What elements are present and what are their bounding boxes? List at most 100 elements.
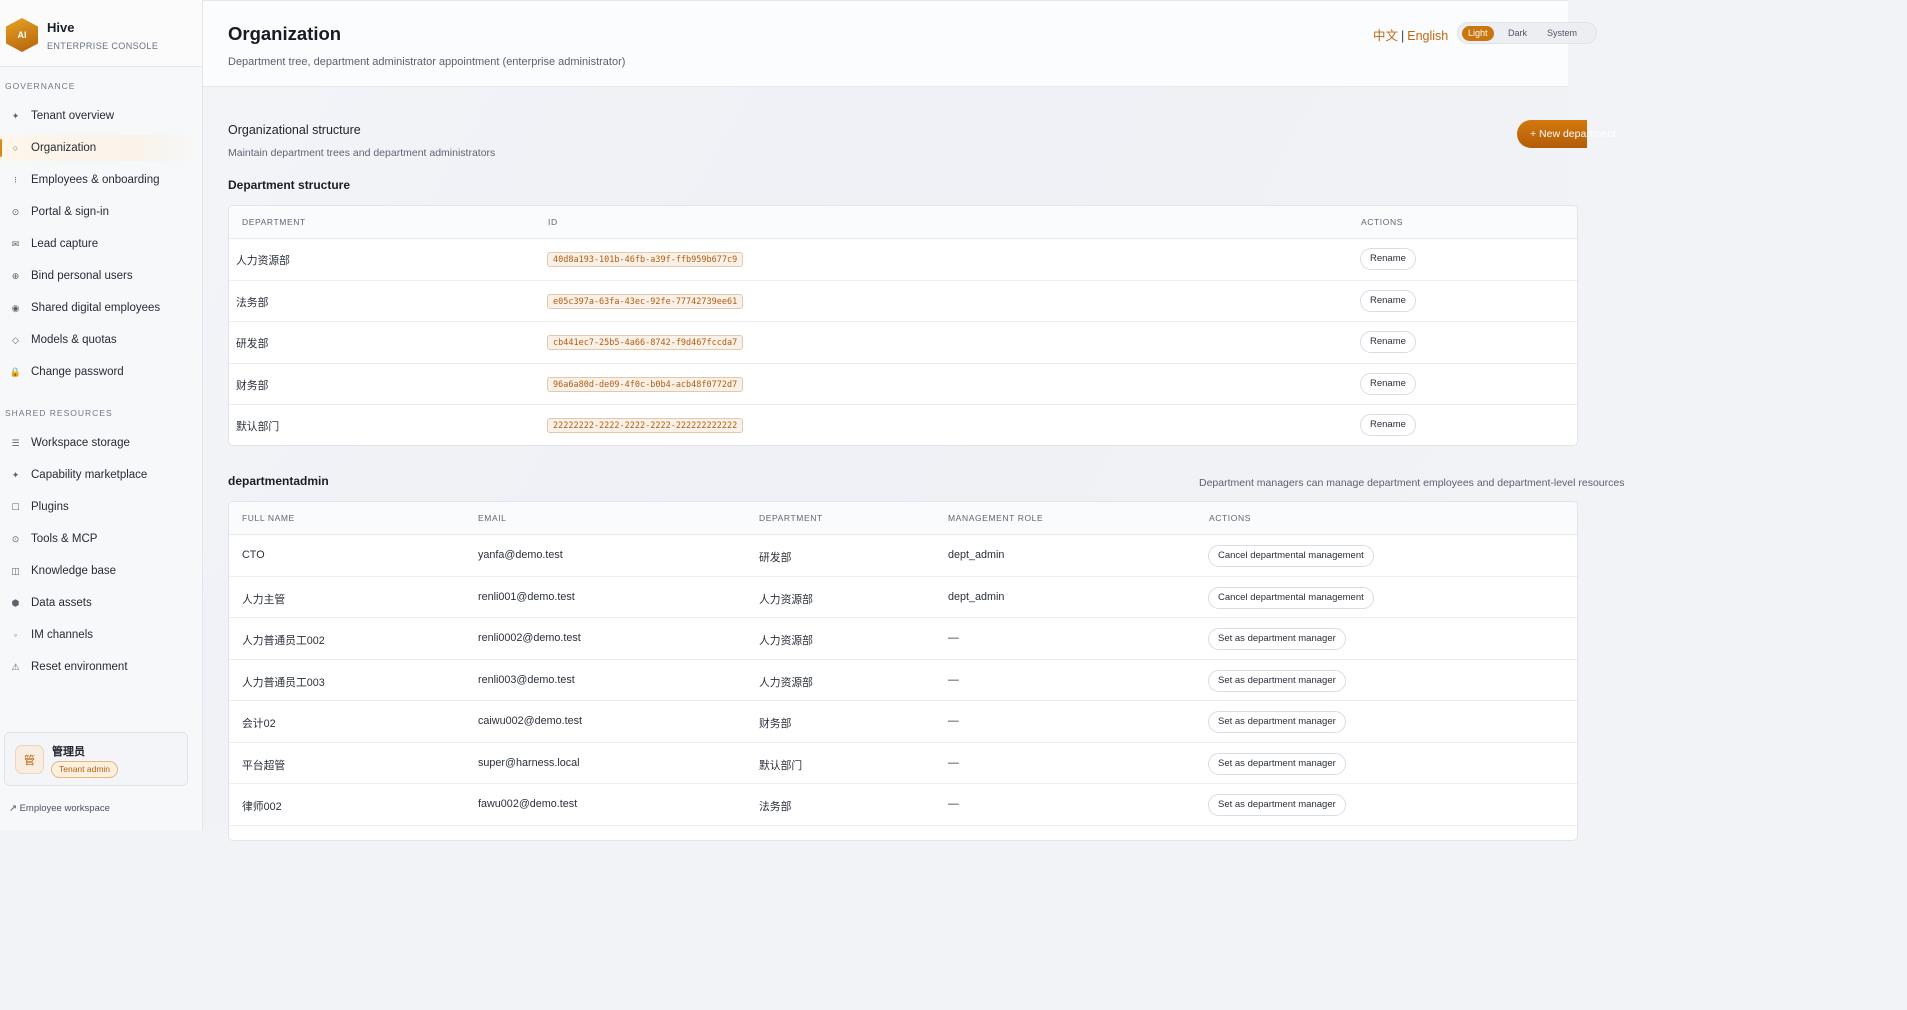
sidebar-item-workspace-storage[interactable]: ☰ Workspace storage	[0, 430, 200, 456]
sidebar-item-shared-digital-employees[interactable]: ◉ Shared digital employees	[0, 295, 200, 321]
admin-email: super@harness.local	[478, 756, 580, 769]
set-department-manager-button[interactable]: Set as department manager	[1208, 752, 1346, 775]
admin-full-name: 平台超管	[242, 759, 286, 772]
set-department-manager-button[interactable]: Set as department manager	[1208, 628, 1346, 650]
set-department-manager-button[interactable]: Set as department manager	[1208, 669, 1346, 692]
set-department-manager-button[interactable]: Set as department manager	[1208, 711, 1346, 733]
admin-department: 财务部	[759, 718, 792, 730]
lang-separator: |	[1401, 29, 1405, 43]
department-admin-heading: departmentadmin	[228, 474, 329, 488]
digital-employee-icon: ◉	[11, 302, 20, 313]
sidebar-item-reset-environment[interactable]: ⚠ Reset environment	[0, 654, 200, 680]
main-content: Organizational structure Maintain depart…	[203, 87, 1624, 841]
user-name: 管理员	[52, 746, 85, 758]
table-row: CTO yanfa@demo.test 研发部 dept_admin Cancel de…	[229, 535, 1577, 577]
admin-full-name: 人力普通员工003	[242, 676, 325, 689]
brand-name: Hive	[47, 20, 75, 35]
table-row: 财务部 96a6a80d-de09-4f0c-b0b4-acb48f0772d7 R…	[229, 364, 1577, 405]
rename-button[interactable]: Rename	[1360, 372, 1416, 395]
admin-table-header: FULL NAME EMAIL DEPARTMENT MANAGEMENT RO…	[229, 502, 1577, 535]
employee-workspace-link[interactable]: ↗ Employee workspace	[9, 803, 110, 814]
role-badge: Tenant admin	[51, 761, 119, 778]
sidebar-item-label: Change password	[31, 366, 124, 378]
set-department-manager-button[interactable]: Set as department manager	[1208, 794, 1346, 816]
org-section-subtitle: Maintain department trees and department…	[228, 147, 496, 159]
theme-dark-option[interactable]: Dark	[1502, 26, 1533, 41]
admin-management-role: —	[948, 756, 959, 769]
sidebar-item-portal-and-sign-in[interactable]: ⊙ Portal & sign-in	[0, 199, 200, 225]
sidebar-item-label: Lead capture	[31, 238, 99, 250]
cancel-department-management-button[interactable]: Cancel departmental management	[1208, 545, 1374, 567]
table-row: 人力普通员工003 renli003@demo.test 人力资源部 — Set as …	[229, 660, 1577, 701]
admin-email: caiwu002@demo.test	[478, 715, 582, 727]
sidebar-item-label: Tenant overview	[31, 110, 115, 122]
sidebar-item-im-channels[interactable]: ◦ IM channels	[0, 622, 200, 648]
admin-department: 人力资源部	[759, 593, 813, 606]
sidebar-item-capability-marketplace[interactable]: ✦ Capability marketplace	[0, 462, 200, 488]
new-department-button[interactable]: + New department	[1517, 120, 1616, 148]
lang-en-link[interactable]: English	[1407, 29, 1448, 43]
sidebar-item-label: Reset environment	[31, 661, 128, 673]
nav-section-governance: GOVERNANCE	[5, 81, 76, 91]
sidebar-item-lead-capture[interactable]: ✉ Lead capture	[0, 231, 200, 257]
department-id: cb441ec7-25b5-4a66-8742-f9d467fccda7	[547, 335, 744, 350]
users-icon: ⁝	[14, 174, 17, 185]
model-icon: ◇	[12, 334, 19, 345]
nav-section-shared-resources: SHARED RESOURCES	[5, 408, 113, 418]
org-section-title: Organizational structure	[228, 123, 361, 137]
sidebar-item-data-assets[interactable]: ⬢ Data assets	[0, 590, 200, 616]
theme-system-option[interactable]: System	[1541, 26, 1583, 41]
theme-light-option[interactable]: Light	[1462, 26, 1494, 41]
col-id: ID	[548, 217, 558, 227]
department-id: 22222222-2222-2222-2222-222222222222	[547, 418, 744, 433]
sidebar-item-bind-personal-users[interactable]: ⊕ Bind personal users	[0, 263, 200, 289]
admin-management-role: —	[948, 715, 959, 727]
cancel-department-management-button[interactable]: Cancel departmental management	[1208, 586, 1374, 609]
sidebar-item-label: Organization	[31, 142, 97, 154]
sidebar-item-plugins[interactable]: ☐ Plugins	[0, 494, 200, 520]
sidebar-item-label: Workspace storage	[31, 437, 130, 449]
admin-management-role: —	[948, 632, 959, 644]
sidebar-item-label: Models & quotas	[31, 334, 117, 346]
sidebar-item-label: Capability marketplace	[31, 469, 148, 481]
rename-button[interactable]: Rename	[1360, 414, 1416, 436]
chat-icon: ◦	[13, 630, 18, 640]
sidebar-item-tenant-overview[interactable]: ✦ Tenant overview	[0, 103, 200, 129]
table-row: 默认部门 22222222-2222-2222-2222-222222222222…	[229, 405, 1577, 445]
sidebar-item-tools-and-mcp[interactable]: ⊙ Tools & MCP	[0, 526, 200, 552]
admin-email: renli0002@demo.test	[478, 632, 581, 644]
col-actions: ACTIONS	[1209, 513, 1251, 523]
rename-button[interactable]: Rename	[1360, 331, 1416, 353]
sidebar-item-label: Shared digital employees	[31, 302, 161, 314]
department-admin-table: FULL NAME EMAIL DEPARTMENT MANAGEMENT RO…	[228, 501, 1578, 841]
table-row: 法务部 e05c397a-63fa-43ec-92fe-77742739ee61 R…	[229, 281, 1577, 322]
sidebar-item-label: Portal & sign-in	[31, 206, 109, 218]
brand-header: AI Hive ENTERPRISE CONSOLE	[0, 0, 202, 67]
col-department: DEPARTMENT	[759, 513, 823, 523]
department-id: 40d8a193-101b-46fb-a39f-ffb959b677c9	[547, 252, 744, 267]
sidebar-item-models-and-quotas[interactable]: ◇ Models & quotas	[0, 327, 200, 353]
sidebar-item-employees-and-onboarding[interactable]: ⁝ Employees & onboarding	[0, 167, 200, 193]
plugin-icon: ☐	[11, 501, 20, 512]
sidebar-item-change-password[interactable]: 🔒 Change password	[0, 359, 200, 385]
admin-department: 默认部门	[759, 759, 803, 772]
circle-icon: ○	[12, 143, 19, 153]
sidebar-item-label: Knowledge base	[31, 565, 117, 577]
lock-icon: 🔒	[9, 366, 22, 377]
admin-full-name: 人力主管	[242, 593, 286, 606]
sidebar-item-knowledge-base[interactable]: ◫ Knowledge base	[0, 558, 200, 584]
theme-switch: Light Dark System	[1457, 22, 1597, 44]
sidebar-item-organization[interactable]: ○ Organization	[0, 135, 200, 161]
rename-button[interactable]: Rename	[1360, 248, 1416, 270]
lang-zh-link[interactable]: 中文	[1373, 29, 1398, 43]
rename-button[interactable]: Rename	[1360, 289, 1416, 312]
col-management-role: MANAGEMENT ROLE	[948, 513, 1044, 523]
department-id: 96a6a80d-de09-4f0c-b0b4-acb48f0772d7	[547, 376, 744, 392]
user-card[interactable]: 管 管理员 Tenant admin	[4, 732, 188, 786]
mail-icon: ✉	[11, 238, 20, 249]
admin-management-role: dept_admin	[948, 590, 1005, 603]
admin-email: fawu002@demo.test	[478, 798, 578, 810]
brand-subtitle: ENTERPRISE CONSOLE	[47, 41, 159, 51]
admin-email: renli001@demo.test	[478, 590, 575, 603]
sidebar: AI Hive ENTERPRISE CONSOLE GOVERNANCE ✦ T…	[0, 0, 203, 830]
